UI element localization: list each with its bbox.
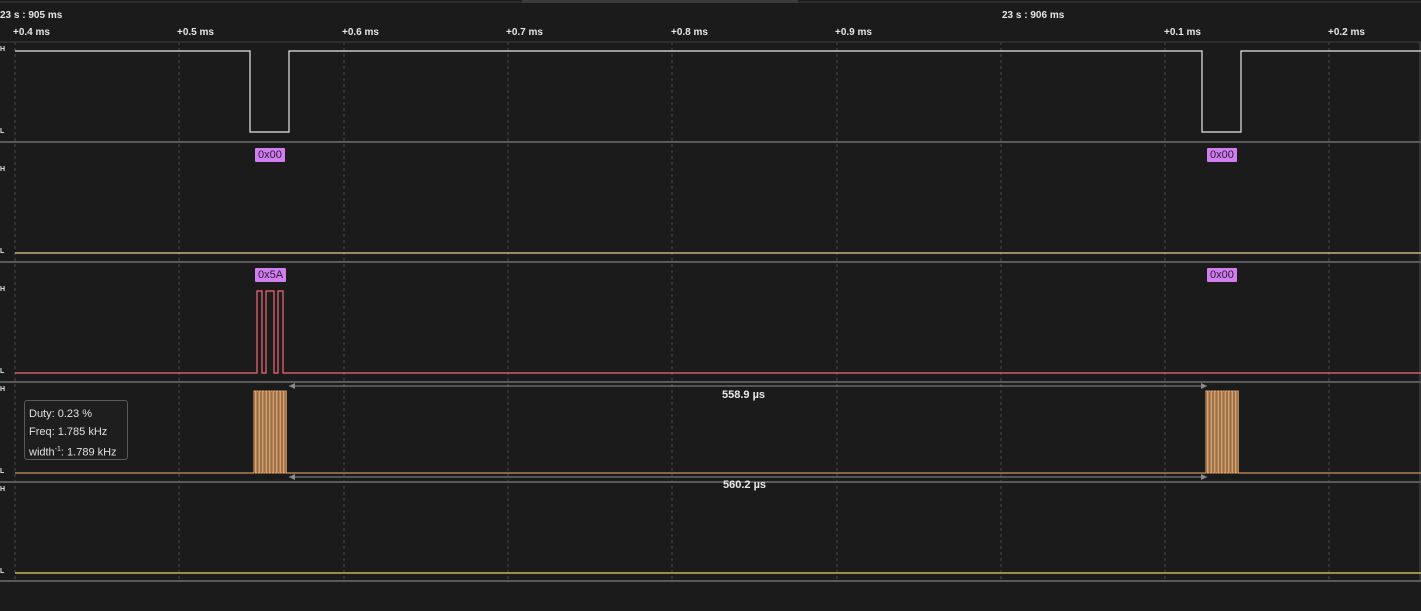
ch5-low-marker: L [0,568,5,575]
segment-label-905ms: 23 s : 905 ms [0,10,63,21]
ch1-low-marker: L [0,128,5,135]
tick-label: +0.1 ms [1164,27,1201,38]
waveform-viewer[interactable]: 23 s : 905 ms 23 s : 906 ms +0.4 ms +0.5… [0,0,1421,611]
measurement-upper-label: 558.9 µs [722,389,766,401]
decode-ch3-byte-1[interactable]: 0x5A [255,268,287,282]
tooltip-freq: Freq: 1.785 kHz [29,426,108,438]
ch4-low-marker: L [0,468,5,475]
decode-ch2-byte-2[interactable]: 0x00 [1207,148,1237,162]
ch2-low-marker: L [0,248,5,255]
grid-and-waveforms[interactable] [0,0,1421,611]
tick-label: +0.4 ms [13,27,50,38]
ch4-high-marker: H [0,386,6,393]
tooltip-width-value: : 1.789 kHz [60,446,117,459]
tooltip-width: width-1: 1.789 kHz [29,441,127,462]
measurement-lower-arrow-end [1201,474,1207,480]
ch1-waveform [15,50,1421,133]
ch2-high-marker: H [0,166,6,173]
tooltip-duty: Duty: 0.23 % [29,408,92,420]
decode-ch3-byte-2[interactable]: 0x00 [1207,268,1237,282]
ch3-low-marker: L [0,368,5,375]
tick-label: +0.9 ms [835,27,872,38]
measurement-upper-arrow-end [1201,383,1207,389]
measurement-lower-label: 560.2 µs [723,479,767,491]
tick-label: +0.7 ms [506,27,543,38]
tick-label: +0.2 ms [1328,27,1365,38]
segment-label-906ms: 23 s : 906 ms [1002,10,1065,21]
ch5-high-marker: H [0,486,6,493]
tick-label: +0.5 ms [177,27,214,38]
measurement-tooltip: Duty: 0.23 % Freq: 1.785 kHz width-1: 1.… [24,400,128,460]
ch3-high-marker: H [0,286,6,293]
tooltip-width-prefix: width [29,446,55,459]
measurement-upper-arrow-start [289,383,295,389]
ch4-waveform [15,390,1421,474]
ch3-waveform [15,290,1421,374]
ch1-high-marker: H [0,46,6,53]
tick-label: +0.6 ms [342,27,379,38]
decode-ch2-byte-1[interactable]: 0x00 [255,148,285,162]
tick-label: +0.8 ms [671,27,708,38]
measurement-lower-arrow-start [289,474,295,480]
